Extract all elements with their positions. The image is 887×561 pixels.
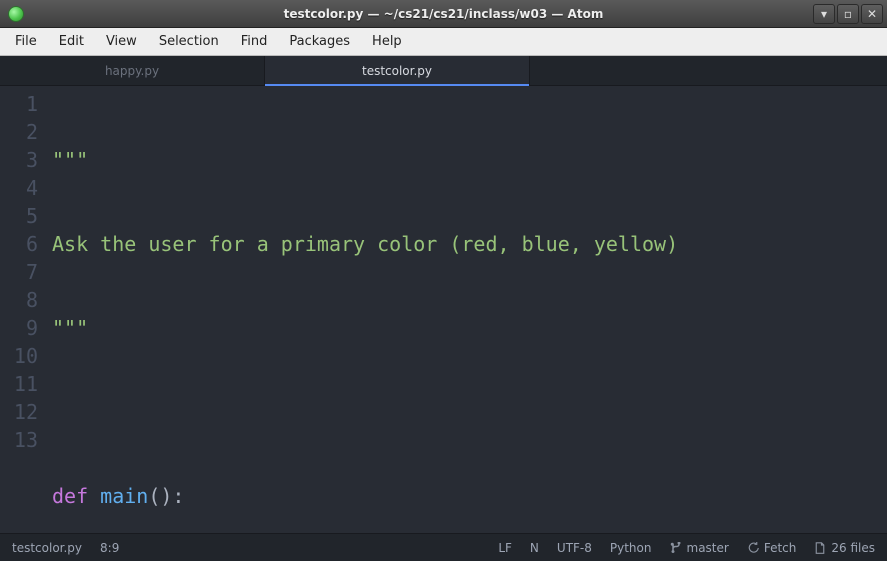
status-fetch[interactable]: Fetch [747, 541, 797, 555]
status-file[interactable]: testcolor.py [12, 541, 82, 555]
menubar: File Edit View Selection Find Packages H… [0, 28, 887, 56]
window-close-button[interactable]: ✕ [861, 4, 883, 24]
status-fetch-label: Fetch [764, 541, 797, 555]
menu-edit[interactable]: Edit [48, 30, 95, 53]
window-maximize-button[interactable]: ▫ [837, 4, 859, 24]
line-number: 5 [0, 202, 38, 230]
status-encoding[interactable]: UTF-8 [557, 541, 592, 555]
menu-find[interactable]: Find [230, 30, 279, 53]
line-number: 8 [0, 286, 38, 314]
status-branch-label: master [687, 541, 729, 555]
git-branch-icon [670, 542, 682, 554]
statusbar: testcolor.py 8:9 LF N UTF-8 Python maste… [0, 533, 887, 561]
tab-testcolor-py[interactable]: testcolor.py [265, 56, 530, 85]
status-branch[interactable]: master [670, 541, 729, 555]
docstring-quote: """ [52, 148, 88, 172]
window-minimize-button[interactable]: ▾ [813, 4, 835, 24]
status-files[interactable]: 26 files [814, 541, 875, 555]
menu-view[interactable]: View [95, 30, 148, 53]
window-titlebar: testcolor.py — ~/cs21/cs21/inclass/w03 —… [0, 0, 887, 28]
status-language[interactable]: Python [610, 541, 652, 555]
file-icon [814, 542, 826, 554]
menu-selection[interactable]: Selection [148, 30, 230, 53]
code-area[interactable]: """ Ask the user for a primary color (re… [52, 86, 887, 533]
status-n[interactable]: N [530, 541, 539, 555]
line-number: 12 [0, 398, 38, 426]
status-cursor[interactable]: 8:9 [100, 541, 119, 555]
line-number: 3 [0, 146, 38, 174]
editor[interactable]: 1 2 3 4 5 6 7 8 9 10 11 12 13 """ Ask th… [0, 86, 887, 533]
line-number: 4 [0, 174, 38, 202]
tab-label: happy.py [105, 64, 159, 78]
fn-name: main [88, 484, 148, 508]
atom-app-icon [8, 6, 24, 22]
line-number: 13 [0, 426, 38, 454]
docstring-quote: """ [52, 316, 88, 340]
menu-file[interactable]: File [4, 30, 48, 53]
tab-label: testcolor.py [362, 64, 432, 78]
status-line-ending[interactable]: LF [498, 541, 512, 555]
line-number: 6 [0, 230, 38, 258]
punct: (): [148, 484, 184, 508]
gutter: 1 2 3 4 5 6 7 8 9 10 11 12 13 [0, 86, 52, 533]
line-number: 9 [0, 314, 38, 342]
docstring-text: Ask the user for a primary color (red, b… [52, 232, 678, 256]
tabbar: happy.py testcolor.py [0, 56, 887, 86]
line-number: 11 [0, 370, 38, 398]
sync-icon [747, 542, 759, 554]
menu-help[interactable]: Help [361, 30, 413, 53]
menu-packages[interactable]: Packages [278, 30, 361, 53]
line-number: 7 [0, 258, 38, 286]
window-title: testcolor.py — ~/cs21/cs21/inclass/w03 —… [0, 7, 887, 21]
line-number: 10 [0, 342, 38, 370]
kw-def: def [52, 484, 88, 508]
line-number: 1 [0, 90, 38, 118]
tab-happy-py[interactable]: happy.py [0, 56, 265, 85]
line-number: 2 [0, 118, 38, 146]
status-files-label: 26 files [831, 541, 875, 555]
window-controls: ▾ ▫ ✕ [811, 4, 887, 24]
